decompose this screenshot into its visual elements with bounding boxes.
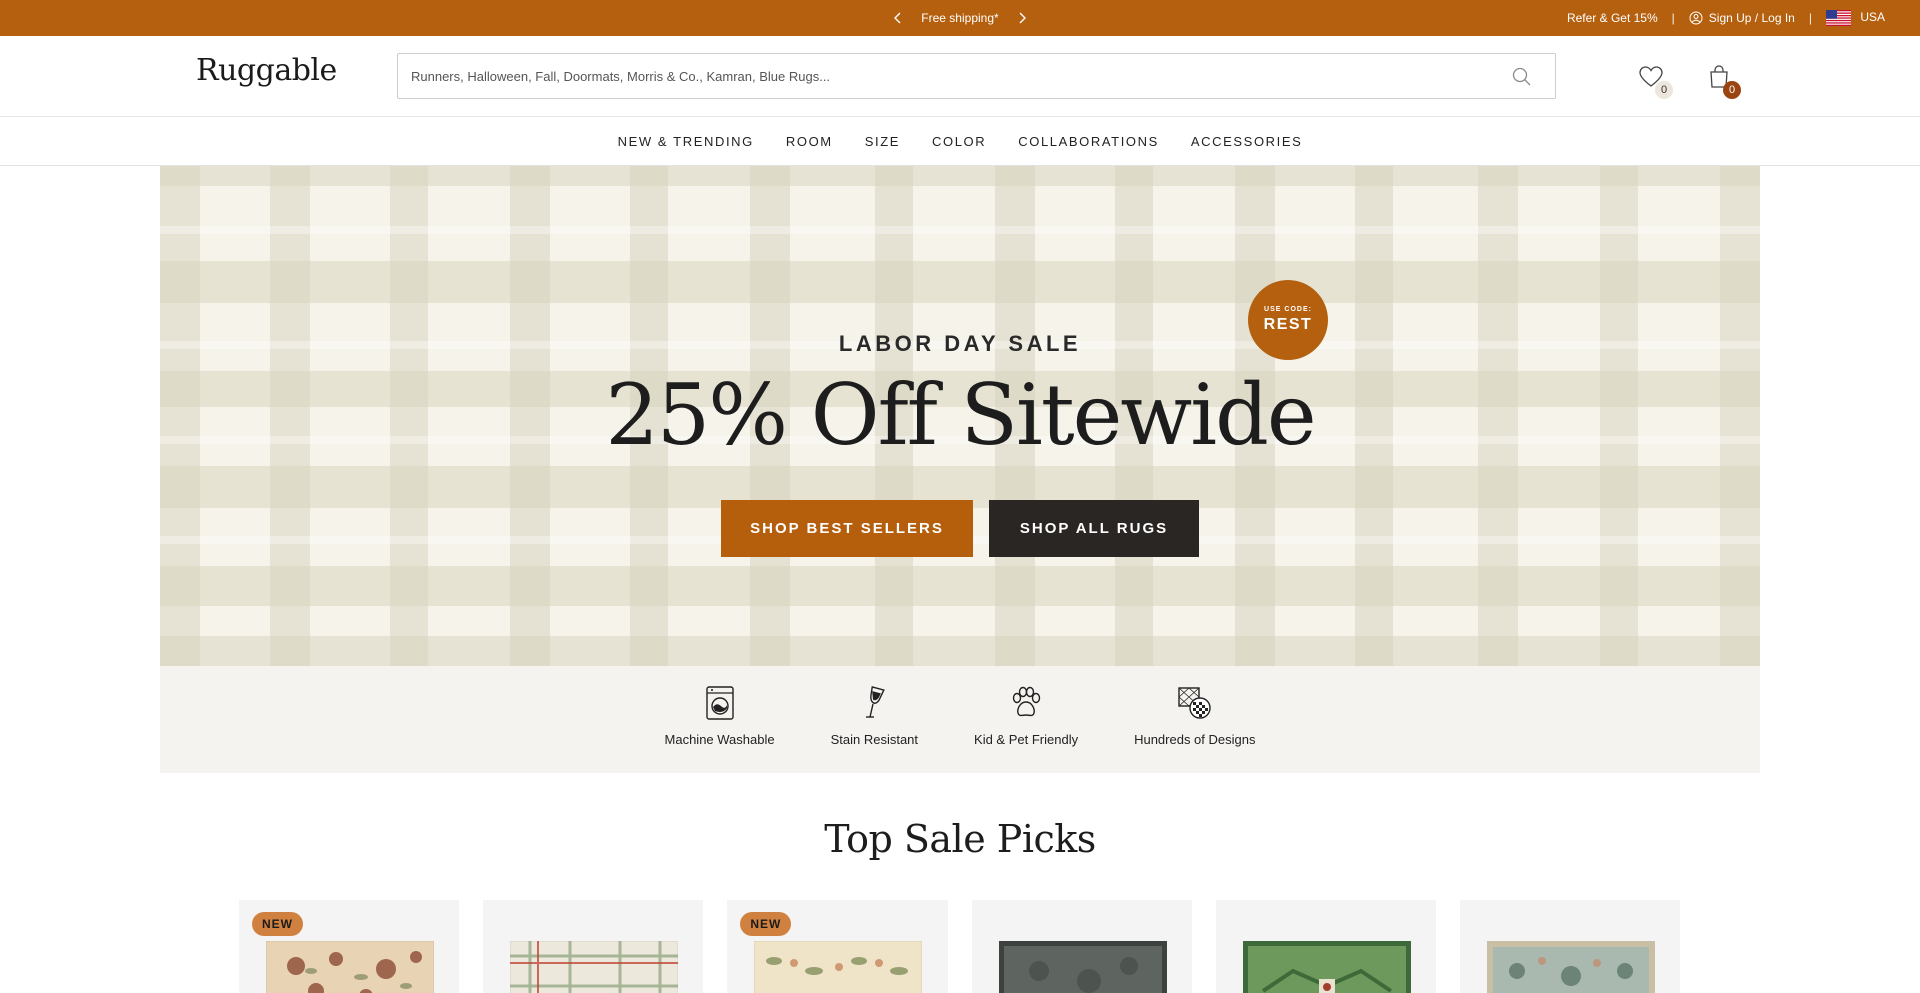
announcement-message[interactable]: Free shipping*	[921, 11, 998, 25]
hero-banner[interactable]: LABOR DAY SALE 25% Off Sitewide USE CODE…	[160, 166, 1760, 666]
chevron-right-icon[interactable]	[1015, 11, 1029, 25]
search-icon[interactable]	[1511, 66, 1533, 88]
product-card[interactable]	[1215, 900, 1436, 993]
product-grid: NEW NEW	[239, 900, 1681, 993]
refer-link[interactable]: Refer & Get 15%	[1567, 11, 1658, 25]
search-bar	[397, 53, 1556, 99]
nav-item-accessories[interactable]: ACCESSORIES	[1191, 134, 1303, 149]
country-selector[interactable]: USA	[1825, 10, 1885, 26]
nav-item-size[interactable]: SIZE	[865, 134, 900, 149]
product-card[interactable]: NEW	[239, 900, 460, 993]
paw-icon	[1012, 686, 1041, 717]
user-icon	[1689, 11, 1703, 25]
feature-label: Machine Washable	[664, 732, 775, 747]
wishlist-count: 0	[1655, 81, 1673, 99]
promo-code: REST	[1263, 316, 1313, 333]
shop-all-rugs-button[interactable]: SHOP ALL RUGS	[989, 500, 1199, 557]
account-link[interactable]: Sign Up / Log In	[1689, 11, 1795, 25]
chevron-left-icon[interactable]	[891, 11, 905, 25]
promo-code-label: USE CODE:	[1264, 306, 1312, 313]
features-strip: Machine Washable Stain Resistant Kid & P…	[160, 666, 1760, 773]
cart-button[interactable]: 0	[1705, 63, 1741, 99]
feature-hundreds-of-designs: Hundreds of Designs	[1134, 666, 1255, 773]
nav-item-new-trending[interactable]: NEW & TRENDING	[618, 134, 754, 149]
rug-image	[754, 941, 923, 993]
product-card[interactable]	[1459, 900, 1681, 993]
announcement-bar: Free shipping* Refer & Get 15% | Sign Up…	[0, 0, 1920, 36]
logo[interactable]: Ruggable	[196, 53, 337, 88]
section-title: Top Sale Picks	[824, 817, 1096, 861]
nav-item-collaborations[interactable]: COLLABORATIONS	[1018, 134, 1159, 149]
patterns-icon	[1178, 687, 1211, 719]
rug-image	[998, 941, 1167, 993]
us-flag-icon	[1825, 10, 1851, 26]
feature-label: Stain Resistant	[830, 732, 919, 747]
feature-label: Kid & Pet Friendly	[974, 732, 1079, 747]
promo-code-badge: USE CODE: REST	[1248, 280, 1328, 360]
washing-machine-icon	[705, 686, 734, 720]
divider: |	[1808, 11, 1812, 25]
product-card[interactable]	[971, 900, 1192, 993]
feature-machine-washable: Machine Washable	[665, 666, 775, 773]
feature-stain-resistant: Stain Resistant	[831, 666, 918, 773]
new-badge: NEW	[740, 912, 792, 936]
divider: |	[1671, 11, 1675, 25]
country-label: USA	[1860, 10, 1885, 25]
account-label: Sign Up / Log In	[1708, 11, 1795, 25]
product-card[interactable]: NEW	[727, 900, 948, 993]
search-input[interactable]	[398, 54, 1498, 98]
rug-image	[1486, 941, 1655, 993]
rug-image	[266, 941, 434, 993]
feature-kid-pet-friendly: Kid & Pet Friendly	[974, 666, 1078, 773]
site-header: Ruggable 0 0	[0, 36, 1920, 117]
rug-image	[1242, 941, 1411, 993]
shop-best-sellers-button[interactable]: SHOP BEST SELLERS	[721, 500, 973, 557]
product-card[interactable]	[483, 900, 704, 993]
wishlist-button[interactable]: 0	[1637, 63, 1673, 99]
wine-glass-icon	[866, 686, 886, 718]
nav-item-room[interactable]: ROOM	[786, 134, 833, 149]
nav-item-color[interactable]: COLOR	[932, 134, 986, 149]
rug-image	[510, 941, 679, 993]
hero-headline: 25% Off Sitewide	[605, 366, 1316, 464]
new-badge: NEW	[252, 912, 303, 936]
main-nav: NEW & TRENDING ROOM SIZE COLOR COLLABORA…	[0, 118, 1920, 166]
cart-count: 0	[1723, 81, 1741, 99]
hero-eyebrow: LABOR DAY SALE	[838, 331, 1082, 356]
feature-label: Hundreds of Designs	[1134, 732, 1256, 747]
